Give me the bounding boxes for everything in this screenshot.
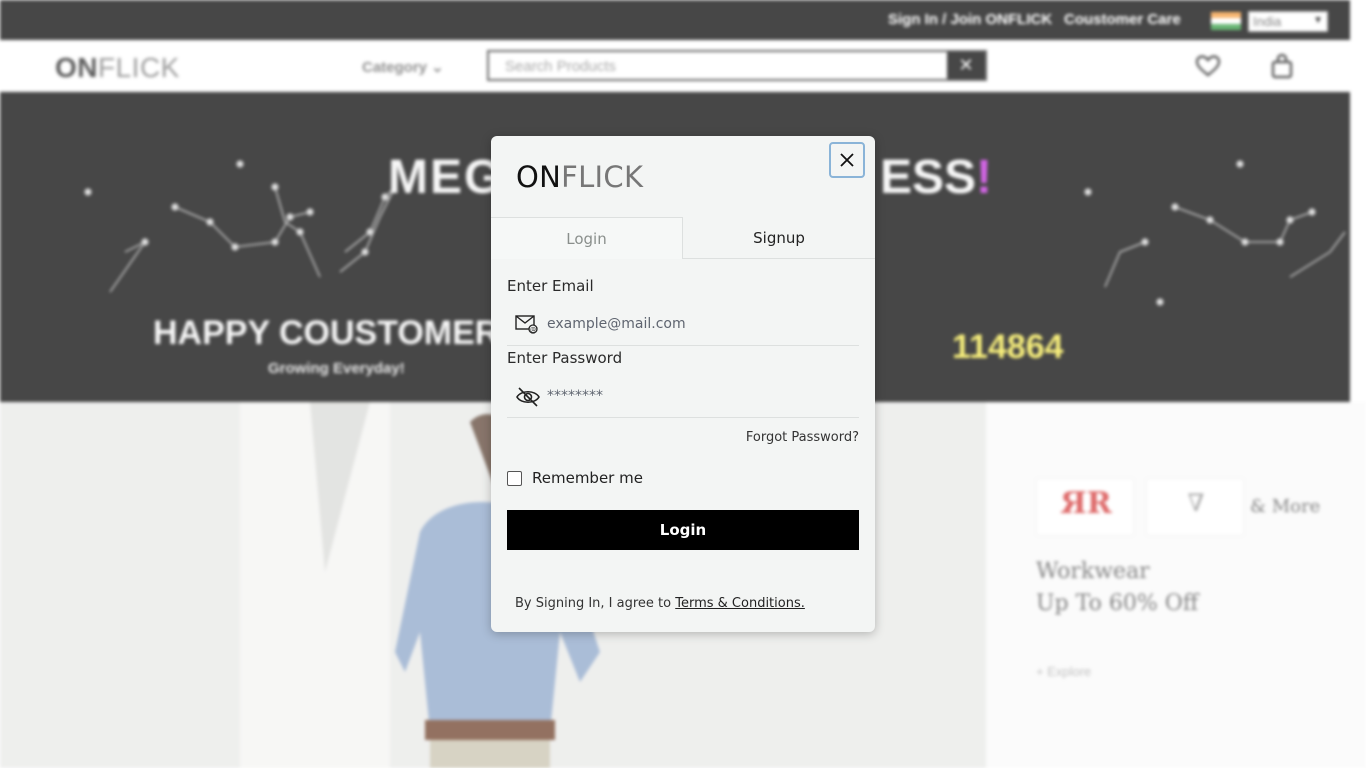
close-icon (840, 153, 854, 167)
close-button[interactable] (829, 142, 865, 178)
tab-signup[interactable]: Signup (683, 217, 875, 259)
email-field: @ (507, 304, 859, 346)
remember-label: Remember me (532, 469, 643, 487)
password-field (507, 376, 859, 418)
email-label: Enter Email (507, 277, 594, 295)
remember-me[interactable]: Remember me (507, 469, 643, 487)
login-modal: ONFLICK Login Signup Enter Email @ Enter… (491, 136, 875, 632)
auth-tabs: Login Signup (491, 217, 875, 259)
remember-checkbox[interactable] (507, 470, 522, 486)
forgot-password-link[interactable]: Forgot Password? (746, 430, 859, 445)
password-input[interactable] (547, 384, 847, 408)
eye-off-icon[interactable] (515, 386, 541, 408)
tab-login[interactable]: Login (491, 217, 683, 259)
password-label: Enter Password (507, 349, 623, 367)
email-input[interactable] (547, 312, 847, 336)
modal-logo: ONFLICK (516, 160, 644, 194)
svg-text:@: @ (530, 327, 536, 334)
terms-text: By Signing In, I agree to Terms & Condit… (515, 596, 805, 611)
login-button[interactable]: Login (507, 510, 859, 550)
email-icon: @ (515, 315, 538, 334)
terms-link[interactable]: Terms & Conditions. (675, 596, 805, 611)
